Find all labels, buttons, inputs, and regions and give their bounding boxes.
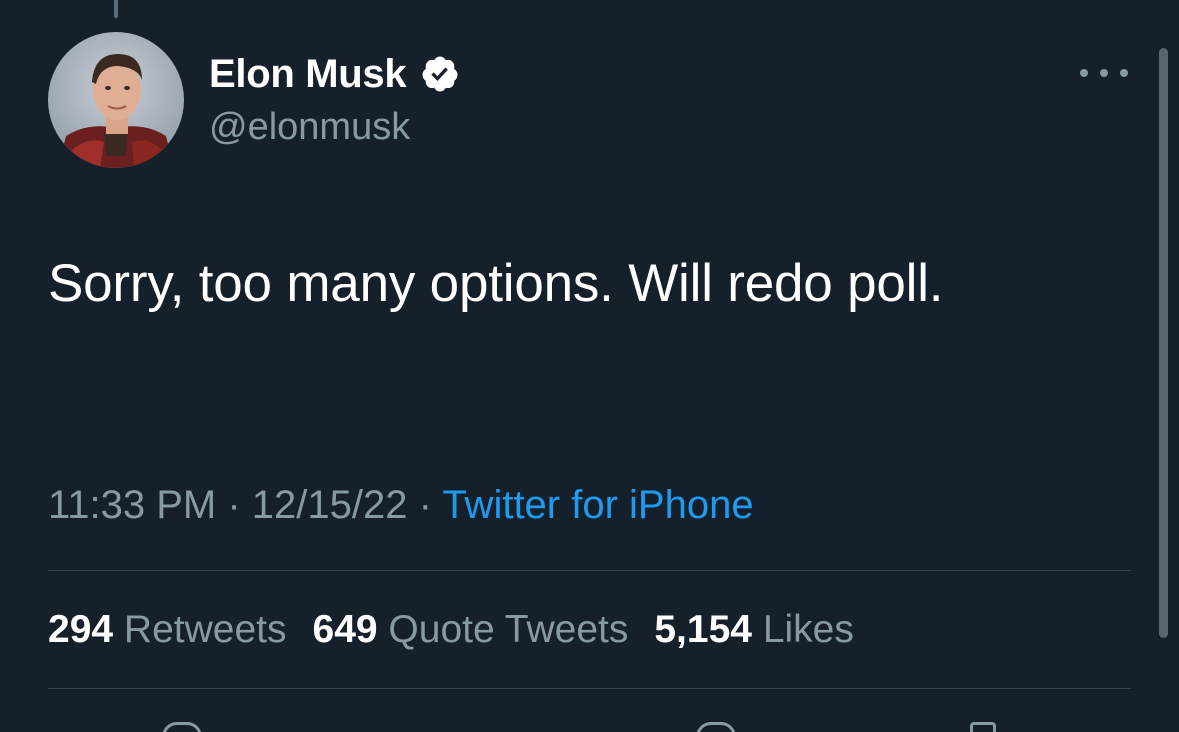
divider <box>48 570 1131 571</box>
avatar[interactable] <box>48 32 184 168</box>
avatar-image <box>48 32 184 168</box>
meta-separator: · <box>216 483 252 527</box>
author-handle[interactable]: @elonmusk <box>209 104 410 150</box>
more-horizontal-icon[interactable] <box>1080 60 1128 86</box>
tweet-date[interactable]: 12/15/22 <box>252 483 408 527</box>
share-icon[interactable] <box>970 722 996 732</box>
likes-count: 5,154 <box>654 608 752 651</box>
reply-icon[interactable] <box>162 722 202 732</box>
retweets-stat[interactable]: 294 Retweets <box>48 608 287 651</box>
quote-tweets-stat[interactable]: 649 Quote Tweets <box>313 608 629 651</box>
quote-tweets-label: Quote Tweets <box>388 608 629 651</box>
quote-tweets-count: 649 <box>312 608 378 651</box>
tweet-time[interactable]: 11:33 PM <box>48 483 216 527</box>
likes-label: Likes <box>762 608 854 651</box>
retweets-label: Retweets <box>123 608 287 651</box>
meta-separator: · <box>407 483 443 527</box>
verified-badge-icon <box>420 54 460 94</box>
author-name-row: Elon Musk <box>209 50 460 98</box>
tweet-metadata: 11:33 PM · 12/15/22 · Twitter for iPhone <box>48 480 754 530</box>
divider <box>48 688 1131 689</box>
scrollbar[interactable] <box>1159 48 1168 638</box>
more-dot <box>1120 69 1128 77</box>
retweets-count: 294 <box>48 608 114 651</box>
more-dot <box>1100 69 1108 77</box>
more-dot <box>1080 69 1088 77</box>
heart-icon[interactable] <box>696 722 736 732</box>
tweet-source-link[interactable]: Twitter for iPhone <box>442 483 753 527</box>
tweet-text: Sorry, too many options. Will redo poll. <box>48 254 944 313</box>
likes-stat[interactable]: 5,154 Likes <box>654 608 854 651</box>
engagement-stats: 294 Retweets 649 Quote Tweets 5,154 Likes <box>48 606 880 654</box>
author-display-name[interactable]: Elon Musk <box>209 50 407 98</box>
thread-connector-line <box>114 0 118 18</box>
